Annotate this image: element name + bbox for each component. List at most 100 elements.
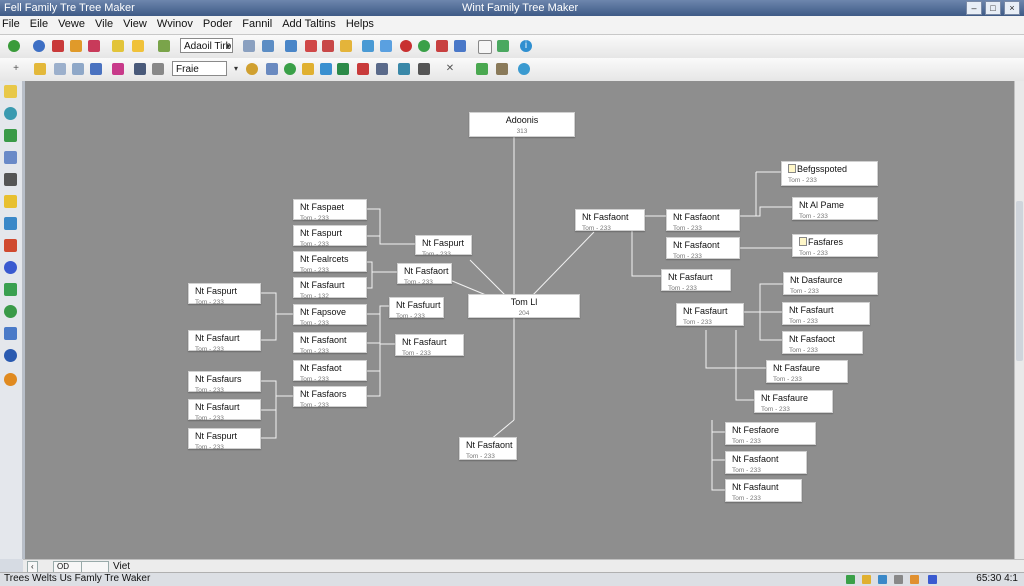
person-name: Nt Fasfaurt bbox=[668, 272, 713, 282]
center-person-card[interactable]: Tom Ll 204 bbox=[468, 294, 580, 318]
person-name: Nt Fasfuurt bbox=[396, 300, 441, 310]
person-card[interactable]: Nt Fasfaure Tom - 233 bbox=[754, 390, 833, 413]
person-name: Nt Fasfaurs bbox=[195, 374, 242, 384]
person-name: Nt Al Pame bbox=[799, 200, 845, 210]
person-card[interactable]: Nt Fasfaors Tom - 233 bbox=[293, 386, 367, 409]
person-name: Nt Fasfaurt bbox=[195, 333, 240, 343]
document-icon bbox=[788, 164, 796, 173]
person-detail: Tom - 233 bbox=[788, 177, 817, 184]
tray-icon[interactable] bbox=[910, 575, 919, 584]
person-detail: Tom - 233 bbox=[300, 348, 329, 355]
person-name: Nt Fasfaont bbox=[673, 240, 720, 250]
person-card[interactable]: Nt Faspaet Tom - 233 bbox=[293, 199, 367, 222]
person-card[interactable]: Nt Fapsove Tom - 233 bbox=[293, 304, 367, 327]
person-card[interactable]: Nt Fasfaurt Tom - 233 bbox=[395, 334, 464, 357]
person-card[interactable]: Nt Faspurt Tom - 233 bbox=[293, 225, 367, 248]
person-detail: Tom - 233 bbox=[799, 213, 828, 220]
person-name: Nt Fasfaont bbox=[673, 212, 720, 222]
person-card[interactable]: Nt Fasfaont Tom - 233 bbox=[575, 209, 645, 232]
volume-icon[interactable] bbox=[928, 575, 937, 584]
person-card[interactable]: Nt Fasfaunt Tom - 233 bbox=[725, 479, 802, 502]
person-name: Nt Fasfaoct bbox=[789, 334, 836, 344]
horizontal-scrollbar[interactable]: ‹ OD Viet bbox=[23, 559, 1024, 573]
person-detail: Tom - 233 bbox=[799, 250, 828, 257]
status-bar: Trees Welts Us Famly Tre Waker 65:30 4:1 bbox=[0, 572, 1024, 586]
person-name: Nt Fasfaunt bbox=[732, 482, 779, 492]
person-name: Nt Fasfaure bbox=[761, 393, 809, 403]
person-detail: Tom - 233 bbox=[300, 215, 329, 222]
person-card[interactable]: Nt Faspurt Tom - 233 bbox=[188, 428, 261, 451]
person-card[interactable]: Nt Fasfaure Tom - 233 bbox=[766, 360, 848, 383]
document-icon bbox=[799, 237, 807, 246]
person-detail: Tom - 233 bbox=[789, 318, 818, 325]
person-detail: Tom - 233 bbox=[789, 347, 818, 354]
tray-icon[interactable] bbox=[894, 575, 903, 584]
person-detail: Tom - 233 bbox=[582, 225, 611, 232]
person-detail: Tom - 233 bbox=[422, 251, 451, 258]
person-detail: Tom - 233 bbox=[195, 299, 224, 306]
person-name: Nt Faspurt bbox=[195, 431, 238, 441]
person-card[interactable]: Befgsspoted Tom - 233 bbox=[781, 161, 878, 186]
person-card[interactable]: Nt Fasfuurt Tom - 233 bbox=[389, 297, 444, 320]
person-card[interactable]: Nt Fasfaurt Tom - 233 bbox=[188, 399, 261, 422]
person-card[interactable]: Nt Faspurt Tom - 233 bbox=[415, 235, 472, 258]
person-detail: Tom - 233 bbox=[790, 288, 819, 295]
person-name: Nt Fasfaont bbox=[582, 212, 629, 222]
person-detail: Tom - 233 bbox=[732, 438, 761, 445]
person-name: Nt Fasfaont bbox=[732, 454, 779, 464]
person-name: Nt Fasfaurt bbox=[789, 305, 834, 315]
person-card[interactable]: Nt Fasfaurs Tom - 233 bbox=[188, 371, 261, 394]
person-card[interactable]: Nt Fasfaont Tom - 233 bbox=[293, 332, 367, 355]
person-name: Nt Faspurt bbox=[300, 228, 343, 238]
person-detail: Tom - 132 bbox=[300, 293, 329, 300]
person-card[interactable]: Nt Fasfaot Tom - 233 bbox=[293, 360, 367, 383]
person-card[interactable]: Nt Fasfaoct Tom - 233 bbox=[782, 331, 863, 354]
tray-icon[interactable] bbox=[862, 575, 871, 584]
person-card[interactable]: Nt Al Pame Tom - 233 bbox=[792, 197, 878, 220]
person-name: Nt Fasfaot bbox=[300, 363, 342, 373]
root-person-card[interactable]: Adoonis 313 bbox=[469, 112, 575, 137]
person-card[interactable]: Nt Fesfaore Tom - 233 bbox=[725, 422, 816, 445]
person-name: Nt Fasfaont bbox=[300, 335, 347, 345]
person-detail: 204 bbox=[518, 310, 530, 317]
person-card[interactable]: Nt Fealrcets Tom - 233 bbox=[293, 251, 367, 274]
person-detail: Tom - 233 bbox=[195, 346, 224, 353]
view-label: Viet bbox=[113, 561, 131, 572]
scroll-thumb[interactable] bbox=[1016, 201, 1023, 361]
person-card[interactable]: Nt Fasfaurt Tom - 233 bbox=[676, 303, 744, 326]
person-card[interactable]: Nt Fasfaurt Tom - 233 bbox=[661, 269, 731, 292]
person-detail: Tom - 233 bbox=[732, 467, 761, 474]
person-card[interactable]: Nt Fasfaurt Tom - 233 bbox=[188, 330, 261, 353]
person-card[interactable]: Nt Faspurt Tom - 233 bbox=[188, 283, 261, 306]
person-name: Nt Fasfaurt bbox=[300, 280, 345, 290]
person-card[interactable]: Nt Fasfaurt Tom - 233 bbox=[782, 302, 870, 325]
person-name: Nt Faspaet bbox=[300, 202, 345, 212]
person-name-text: Befgsspoted bbox=[797, 164, 848, 174]
person-name: Nt Fasfaont bbox=[466, 440, 513, 450]
person-name: Nt Fasfaort bbox=[404, 266, 449, 276]
person-name: Nt Fasfaors bbox=[300, 389, 347, 399]
person-card[interactable]: Nt Fasfaont Tom - 233 bbox=[725, 451, 807, 474]
person-card[interactable]: Nt Fasfaort Tom - 233 bbox=[397, 263, 452, 286]
person-detail: Tom - 233 bbox=[773, 376, 802, 383]
person-card[interactable]: Nt Dasfaurce Tom - 233 bbox=[783, 272, 878, 295]
person-name: Nt Faspurt bbox=[195, 286, 238, 296]
person-name: Nt Faspurt bbox=[422, 238, 465, 248]
vertical-scrollbar[interactable] bbox=[1014, 81, 1024, 559]
person-card[interactable]: Fasfares Tom - 233 bbox=[792, 234, 878, 257]
tray-icon[interactable] bbox=[846, 575, 855, 584]
person-name: Nt Fasfaurt bbox=[195, 402, 240, 412]
person-detail: Tom - 233 bbox=[673, 225, 702, 232]
person-detail: Tom - 233 bbox=[466, 453, 495, 460]
tray-icon[interactable] bbox=[878, 575, 887, 584]
person-card[interactable]: Nt Fasfaont Tom - 233 bbox=[666, 209, 740, 232]
status-text: Trees Welts Us Famly Tre Waker bbox=[4, 573, 151, 584]
person-detail: Tom - 233 bbox=[402, 350, 431, 357]
person-card[interactable]: Nt Fasfaurt Tom - 132 bbox=[293, 277, 367, 300]
person-name-text: Fasfares bbox=[808, 237, 844, 247]
person-name: Nt Dasfaurce bbox=[790, 275, 843, 285]
person-card[interactable]: Nt Fasfaont Tom - 233 bbox=[666, 237, 740, 260]
person-card[interactable]: Nt Fasfaont Tom - 233 bbox=[459, 437, 517, 460]
person-detail: Tom - 233 bbox=[761, 406, 790, 413]
person-detail: Tom - 233 bbox=[396, 313, 425, 320]
